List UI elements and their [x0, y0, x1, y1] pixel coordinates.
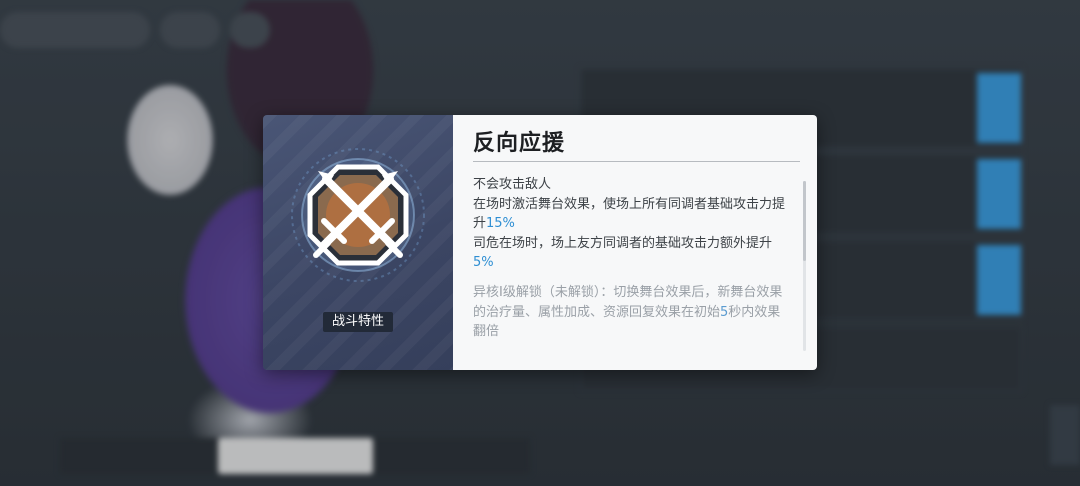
skill-icon-panel: 战斗特性 — [263, 115, 453, 370]
scrollbar-thumb[interactable] — [803, 181, 806, 261]
category-label: 战斗特性 — [323, 312, 393, 332]
description-line: 在场时激活舞台效果，使场上所有同调者基础攻击力提升15% — [473, 196, 786, 232]
unlock-description: 异核I级解锁（未解锁）：切换舞台效果后，新舞台效果的治疗量、属性加成、资源回复效… — [473, 284, 783, 340]
skill-detail-popup: 战斗特性 反向应援 不会攻击敌人 在场时激活舞台效果，使场上所有同调者基础攻击力… — [263, 115, 817, 370]
skill-description[interactable]: 不会攻击敌人 在场时激活舞台效果，使场上所有同调者基础攻击力提升15% 司危在场… — [473, 175, 790, 360]
skill-title: 反向应援 — [473, 130, 566, 156]
description-line: 不会攻击敌人 — [473, 177, 552, 192]
title-divider — [473, 161, 800, 162]
crossed-swords-icon — [288, 145, 428, 285]
highlight-value: 15% — [486, 216, 515, 232]
skill-info-panel: 反向应援 不会攻击敌人 在场时激活舞台效果，使场上所有同调者基础攻击力提升15%… — [453, 115, 817, 370]
description-line: 司危在场时，场上友方同调者的基础攻击力额外提升5% — [473, 235, 773, 271]
highlight-value: 5% — [473, 255, 494, 271]
